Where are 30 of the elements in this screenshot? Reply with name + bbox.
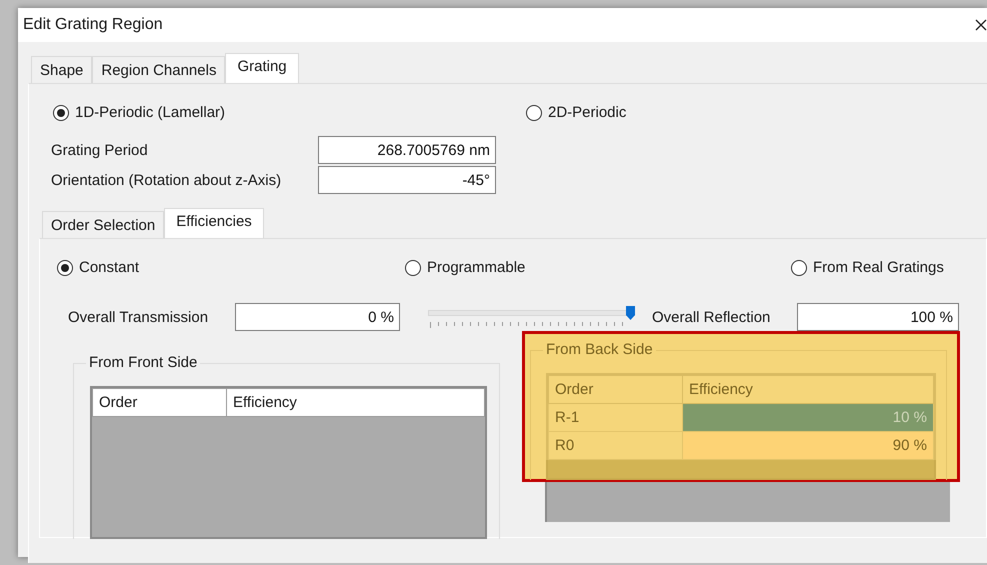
radio-option[interactable]: 1D-Periodic (Lamellar) [53, 104, 226, 121]
column-header[interactable]: Order [548, 376, 682, 404]
text-field[interactable]: 268.7005769 nm [318, 136, 496, 164]
radio-option[interactable]: Constant [57, 259, 140, 276]
table-cell: R-1 [548, 404, 682, 432]
field-label: Overall Reflection [652, 308, 772, 326]
radio-option[interactable]: 2D-Periodic [526, 104, 626, 121]
field-label: Orientation (Rotation about z-Axis) [51, 172, 282, 188]
close-icon[interactable] [975, 19, 987, 31]
field-label: Grating Period [51, 142, 149, 158]
table-cell: 90 % [682, 432, 934, 460]
text-field[interactable]: -45° [318, 166, 496, 194]
tab[interactable]: Efficiencies [164, 208, 264, 238]
table-cell: 10 % [682, 404, 934, 432]
column-header[interactable]: Efficiency [682, 376, 934, 404]
text-field[interactable]: 0 % [235, 303, 400, 331]
slider-thumb[interactable] [626, 306, 635, 320]
table-cell: R0 [548, 432, 682, 460]
radio-option[interactable]: From Real Gratings [791, 259, 944, 276]
column-header[interactable]: Efficiency [226, 388, 484, 416]
radio-option[interactable]: Programmable [405, 259, 526, 276]
slider[interactable] [428, 305, 632, 329]
column-header[interactable]: Order [92, 388, 226, 416]
text-field[interactable]: 100 % [797, 303, 959, 331]
field-label: Overall Transmission [68, 308, 210, 326]
tab[interactable]: Order Selection [42, 211, 164, 238]
tab[interactable]: Region Channels [92, 56, 226, 83]
window-title: Edit Grating Region [23, 16, 163, 34]
tab[interactable]: Grating [225, 53, 299, 83]
tab[interactable]: Shape [31, 56, 92, 83]
